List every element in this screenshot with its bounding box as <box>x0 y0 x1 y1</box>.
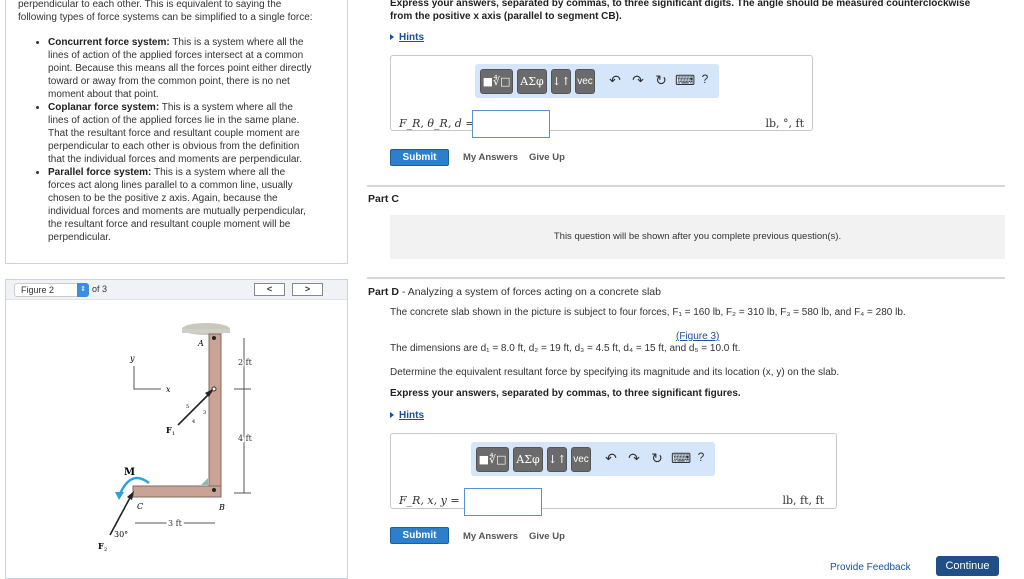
angle-label: 30° <box>114 530 128 539</box>
templates-button[interactable]: ■∜□ <box>476 447 509 472</box>
list-item: Parallel force system: This is a system … <box>48 166 313 244</box>
slope-5: 5 <box>186 404 189 410</box>
horizontal-member-CB <box>132 485 222 498</box>
label-C: C <box>137 502 143 511</box>
greek-button[interactable]: ΑΣφ <box>513 447 543 472</box>
partD-instructions: Express your answers, separated by comma… <box>390 388 741 399</box>
list-item: Concurrent force system: This is a syste… <box>48 36 313 101</box>
submit-button[interactable]: Submit <box>390 527 449 544</box>
item-title: Coplanar force system: <box>48 102 160 113</box>
math-toolbar: ■∜□ ΑΣφ ↓↑ vec ↶ ↷ ↻ ⌨ ? <box>471 442 715 476</box>
partD-subtitle: - Analyzing a system of forces acting on… <box>398 286 661 298</box>
partC-title: Part C <box>368 193 399 205</box>
give-up-link[interactable]: Give Up <box>529 531 565 542</box>
label-A: A <box>197 339 204 348</box>
figure-select[interactable]: Figure 2 ⇕ <box>14 283 89 297</box>
answer-units: lb, °, ft <box>765 117 804 130</box>
slope-3: 3 <box>203 410 206 416</box>
vertical-member-AB <box>208 333 222 497</box>
answer-label: F_R, x, y = <box>399 494 460 507</box>
dim-4ft: 4 ft <box>238 434 253 443</box>
math-toolbar: ■∜□ ΑΣφ ↓↑ vec ↶ ↷ ↻ ⌨ ? <box>475 64 719 98</box>
help-icon[interactable]: ? <box>697 72 713 86</box>
partD-dimensions-text: The dimensions are d₁ = 8.0 ft, d₂ = 19 … <box>390 343 741 354</box>
figure-diagram: A B C y x 5 3 4 F 1 F 2 30° M 2 ft 4 ft … <box>98 323 254 553</box>
divider <box>367 185 1005 187</box>
answer-label: F_R, θ_R, d = <box>399 117 475 130</box>
reset-icon[interactable]: ↻ <box>653 72 669 89</box>
give-up-link[interactable]: Give Up <box>529 152 565 163</box>
item-title: Parallel force system: <box>48 167 152 178</box>
answer-units: lb, ft, ft <box>782 494 824 507</box>
instr-line-2: from the positive x axis (parallel to se… <box>390 11 622 22</box>
axis-x-label: x <box>166 385 171 394</box>
keyboard-icon[interactable]: ⌨ <box>671 450 691 467</box>
continue-button[interactable]: Continue <box>936 556 999 576</box>
caret-right-icon <box>390 412 394 419</box>
partD-hints-toggle[interactable]: Hints <box>390 410 424 421</box>
next-figure-button[interactable]: > <box>292 283 323 296</box>
caret-right-icon <box>390 34 394 41</box>
hints-toggle[interactable]: Hints <box>390 32 424 43</box>
partD-title: Part D <box>368 286 399 298</box>
divider <box>367 277 1005 279</box>
partD-forces-text: The concrete slab shown in the picture i… <box>390 307 906 318</box>
help-icon[interactable]: ? <box>693 450 709 464</box>
prev-figure-button[interactable]: < <box>254 283 285 296</box>
undo-icon[interactable]: ↶ <box>603 450 619 467</box>
templates-button[interactable]: ■∜□ <box>480 69 513 94</box>
figure-count: of 3 <box>92 284 108 294</box>
axis-y-label: y <box>129 354 135 363</box>
hints-link[interactable]: Hints <box>399 410 424 421</box>
slope-4: 4 <box>192 419 195 425</box>
answer-input[interactable] <box>464 488 542 516</box>
arrows-button[interactable]: ↓↑ <box>547 447 567 472</box>
vec-button[interactable]: vec <box>575 69 595 94</box>
label-F2-sub: 2 <box>104 547 107 553</box>
figure-select-value: Figure 2 <box>21 285 55 295</box>
partD-answer-box: ■∜□ ΑΣφ ↓↑ vec ↶ ↷ ↻ ⌨ ? F_R, x, y = lb,… <box>390 433 837 516</box>
partD-header: Part D - Analyzing a system of forces ac… <box>368 286 661 298</box>
partD-question-text: Determine the equivalent resultant force… <box>390 367 840 378</box>
keyboard-icon[interactable]: ⌨ <box>675 72 695 89</box>
submit-button[interactable]: Submit <box>390 149 449 166</box>
intro-line-1: perpendicular to each other. This is equ… <box>18 0 282 10</box>
partB-answer-box: ■∜□ ΑΣφ ↓↑ vec ↶ ↷ ↻ ⌨ ? F_R, θ_R, d = l… <box>390 55 813 138</box>
instr-line-1: Express your answers, separated by comma… <box>390 0 971 9</box>
reset-icon[interactable]: ↻ <box>649 450 665 467</box>
label-B: B <box>218 503 225 512</box>
undo-icon[interactable]: ↶ <box>607 72 623 89</box>
redo-icon[interactable]: ↷ <box>630 72 646 89</box>
my-answers-link[interactable]: My Answers <box>463 531 518 542</box>
vec-button[interactable]: vec <box>571 447 591 472</box>
answer-input[interactable] <box>472 110 550 138</box>
item-text: This is a system where all the forces ac… <box>48 167 306 243</box>
figure-header: Figure 2 ⇕ of 3 < > <box>6 280 347 300</box>
item-title: Concurrent force system: <box>48 37 170 48</box>
dim-2ft: 2 ft <box>238 358 253 367</box>
figure-panel: Figure 2 ⇕ of 3 < > A B C y x 5 3 4 F 1 F… <box>5 279 348 579</box>
provide-feedback-link[interactable]: Provide Feedback <box>830 562 911 573</box>
figure-3-link[interactable]: (Figure 3) <box>676 331 719 342</box>
partB-instructions: Express your answers, separated by comma… <box>390 0 970 23</box>
force-F2-arrow <box>109 493 133 536</box>
label-M: M <box>124 467 135 478</box>
select-spinner-icon: ⇕ <box>77 283 89 297</box>
hints-link[interactable]: Hints <box>399 32 424 43</box>
list-item: Coplanar force system: This is a system … <box>48 101 313 166</box>
force-system-list: Concurrent force system: This is a syste… <box>48 36 335 244</box>
my-answers-link[interactable]: My Answers <box>463 152 518 163</box>
redo-icon[interactable]: ↷ <box>626 450 642 467</box>
arrows-button[interactable]: ↓↑ <box>551 69 571 94</box>
dim-3ft: 3 ft <box>168 519 183 528</box>
partC-locked-message: This question will be shown after you co… <box>390 215 1005 259</box>
greek-button[interactable]: ΑΣφ <box>517 69 547 94</box>
intro-line-2: following types of force systems can be … <box>18 12 313 23</box>
intro-panel: perpendicular to each other. This is equ… <box>5 0 348 264</box>
label-F1-sub: 1 <box>172 431 175 437</box>
